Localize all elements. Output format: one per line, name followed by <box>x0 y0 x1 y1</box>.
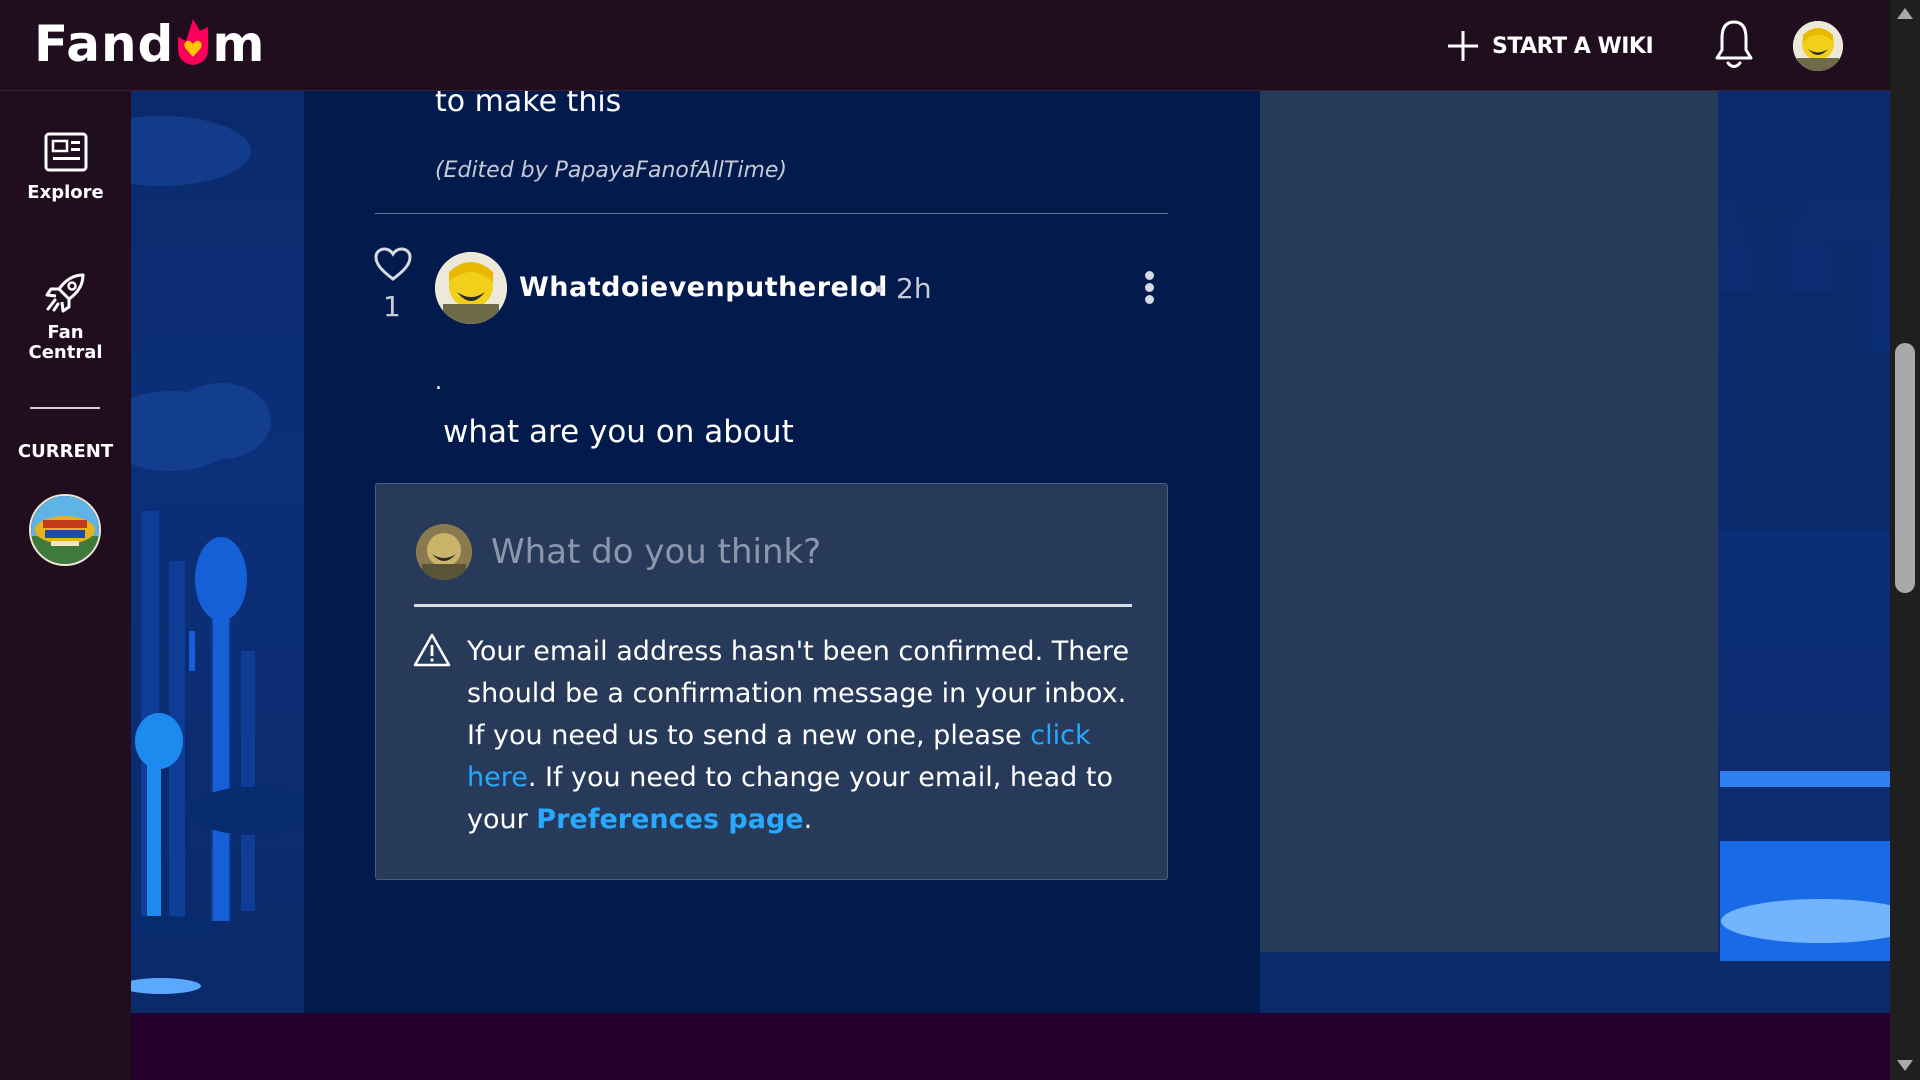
fan-central-label-2: Central <box>28 342 103 363</box>
current-wiki-heading: CURRENT <box>17 441 114 462</box>
explore-label: Explore <box>27 182 104 203</box>
scroll-down-arrow-icon[interactable] <box>1897 1060 1913 1071</box>
more-options-icon[interactable] <box>1136 268 1162 312</box>
reply-input-underline <box>414 604 1132 607</box>
post-body-text: what are you on about <box>443 414 794 450</box>
post-author-name[interactable]: Whatdoievenputherelol <box>519 272 888 303</box>
start-a-wiki-label: START A WIKI <box>1492 33 1654 59</box>
edited-note: (Edited by PapayaFanofAllTime) <box>435 158 788 183</box>
rail-item-fan-central[interactable]: Fan Central <box>0 269 131 363</box>
scrollbar-thumb[interactable] <box>1895 343 1915 593</box>
global-navigation-bar: Fand m START A WIKI <box>0 0 1890 91</box>
page-footer-band <box>131 1013 1890 1080</box>
like-heart-icon[interactable] <box>373 246 413 282</box>
current-user-avatar <box>416 524 472 580</box>
right-rail-panel <box>1260 91 1718 952</box>
rocket-icon <box>45 273 84 313</box>
post-dot-line: . <box>435 370 442 395</box>
reply-input[interactable] <box>491 530 1131 574</box>
user-avatar[interactable] <box>1793 21 1843 71</box>
left-navigation-rail: Explore Fan Central CURRENT <box>0 91 131 1080</box>
fan-central-label-1: Fan <box>47 322 84 343</box>
author-avatar[interactable] <box>435 252 507 324</box>
reply-box: Your email address hasn't been confirmed… <box>375 483 1168 880</box>
warning-text-3: . <box>803 804 813 835</box>
preferences-page-link[interactable]: Preferences page <box>536 804 803 835</box>
rail-divider <box>30 407 100 409</box>
fandom-logo[interactable]: Fand m <box>34 14 265 74</box>
plus-icon <box>1448 31 1478 61</box>
post-timestamp[interactable]: 2h <box>896 272 932 305</box>
rail-item-explore[interactable]: Explore <box>0 131 131 203</box>
fandom-flame-icon <box>174 17 212 67</box>
logo-text-left: Fand <box>34 15 175 73</box>
logo-text-right: m <box>212 15 266 73</box>
scroll-up-arrow-icon[interactable] <box>1897 8 1913 19</box>
bell-icon[interactable] <box>1712 18 1756 72</box>
start-a-wiki-button[interactable]: START A WIKI <box>1446 26 1654 66</box>
wiki-logo[interactable] <box>29 494 101 566</box>
email-confirmation-warning: Your email address hasn't been confirmed… <box>467 631 1137 841</box>
explore-icon <box>44 132 87 172</box>
warning-icon <box>413 632 451 668</box>
meta-separator: • <box>872 276 887 304</box>
reply-separator <box>375 213 1168 214</box>
like-count: 1 <box>383 290 401 323</box>
